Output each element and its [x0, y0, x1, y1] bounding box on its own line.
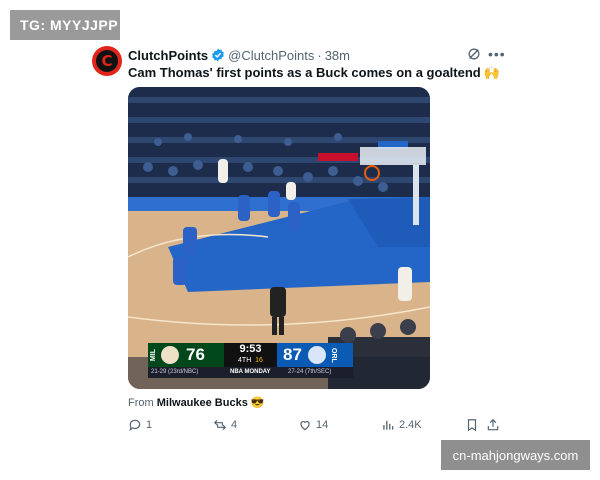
avatar[interactable]: C [92, 46, 122, 76]
scorebug-clock-panel: 9:53 4TH 16 [224, 343, 277, 367]
more-options-icon[interactable]: ••• [488, 47, 505, 63]
from-attribution: From Milwaukee Bucks 😎 [128, 396, 265, 409]
tweet-text-body: Cam Thomas' first points as a Buck comes… [128, 65, 481, 80]
author-name[interactable]: ClutchPoints [128, 48, 208, 63]
reply-icon [129, 419, 141, 432]
share-icon [487, 418, 499, 431]
like-count: 14 [316, 419, 329, 431]
tweet-card[interactable]: C ClutchPoints @ClutchPoints · 38m ••• C… [92, 40, 508, 440]
time-separator: · [317, 47, 322, 63]
broadcast-network: NBA MONDAY [230, 369, 271, 375]
home-score: 76 [186, 345, 205, 364]
like-button[interactable]: 14 [298, 417, 328, 433]
tweet-text: Cam Thomas' first points as a Buck comes… [128, 65, 500, 81]
video-thumbnail[interactable]: MIL 76 9:53 4TH 16 87 ORL 21-29 (23rd/NB… [128, 87, 430, 389]
bucks-logo-icon [161, 346, 179, 364]
grok-icon[interactable] [467, 47, 481, 61]
tweet-timestamp[interactable]: 38m [325, 48, 350, 63]
bookmark-icon [467, 419, 477, 432]
scorebug-away-panel: 87 ORL [277, 343, 353, 367]
away-record: 27-24 (7th/SEC) [288, 369, 332, 375]
telegram-watermark: TG: MYYJJPP [10, 10, 120, 40]
views-button[interactable]: 2.4K [381, 417, 422, 433]
repost-button[interactable]: 4 [213, 417, 237, 433]
magic-logo-icon [307, 346, 326, 364]
from-source-link[interactable]: Milwaukee Bucks [157, 397, 248, 409]
clutchpoints-logo-icon: C [96, 50, 118, 72]
cool-face-icon: 😎 [250, 397, 265, 409]
from-prefix: From [128, 397, 154, 409]
home-team-abbr: MIL [150, 348, 157, 362]
away-team-abbr: ORL [329, 347, 337, 363]
shot-clock: 16 [255, 357, 263, 364]
heart-icon [300, 421, 310, 431]
share-button[interactable] [486, 417, 504, 433]
raised-hands-icon: 🙌 [483, 65, 500, 80]
view-count: 2.4K [399, 419, 422, 431]
tweet-header: ClutchPoints @ClutchPoints · 38m [128, 47, 350, 63]
scorebug: MIL 76 9:53 4TH 16 87 ORL 21-29 (23rd/NB… [148, 343, 353, 381]
repost-count: 4 [231, 419, 238, 431]
reply-count: 1 [146, 419, 153, 431]
tweet-action-bar: 1 4 14 2.4K [128, 417, 503, 433]
bookmark-button[interactable] [465, 417, 483, 433]
site-watermark: cn-mahjongways.com [441, 440, 590, 470]
away-score: 87 [283, 345, 302, 364]
views-icon [383, 420, 394, 430]
author-handle[interactable]: @ClutchPoints [228, 48, 314, 63]
verified-badge-icon [211, 48, 225, 62]
scorebug-home-panel: MIL 76 [148, 343, 224, 367]
game-quarter: 4TH [238, 357, 252, 364]
repost-icon [213, 419, 227, 431]
reply-button[interactable]: 1 [128, 417, 152, 433]
home-record: 21-29 (23rd/NBC) [151, 369, 199, 375]
scorebug-bottom-strip: 21-29 (23rd/NBC) NBA MONDAY 27-24 (7th/S… [148, 367, 353, 378]
game-clock: 9:53 [239, 343, 262, 355]
